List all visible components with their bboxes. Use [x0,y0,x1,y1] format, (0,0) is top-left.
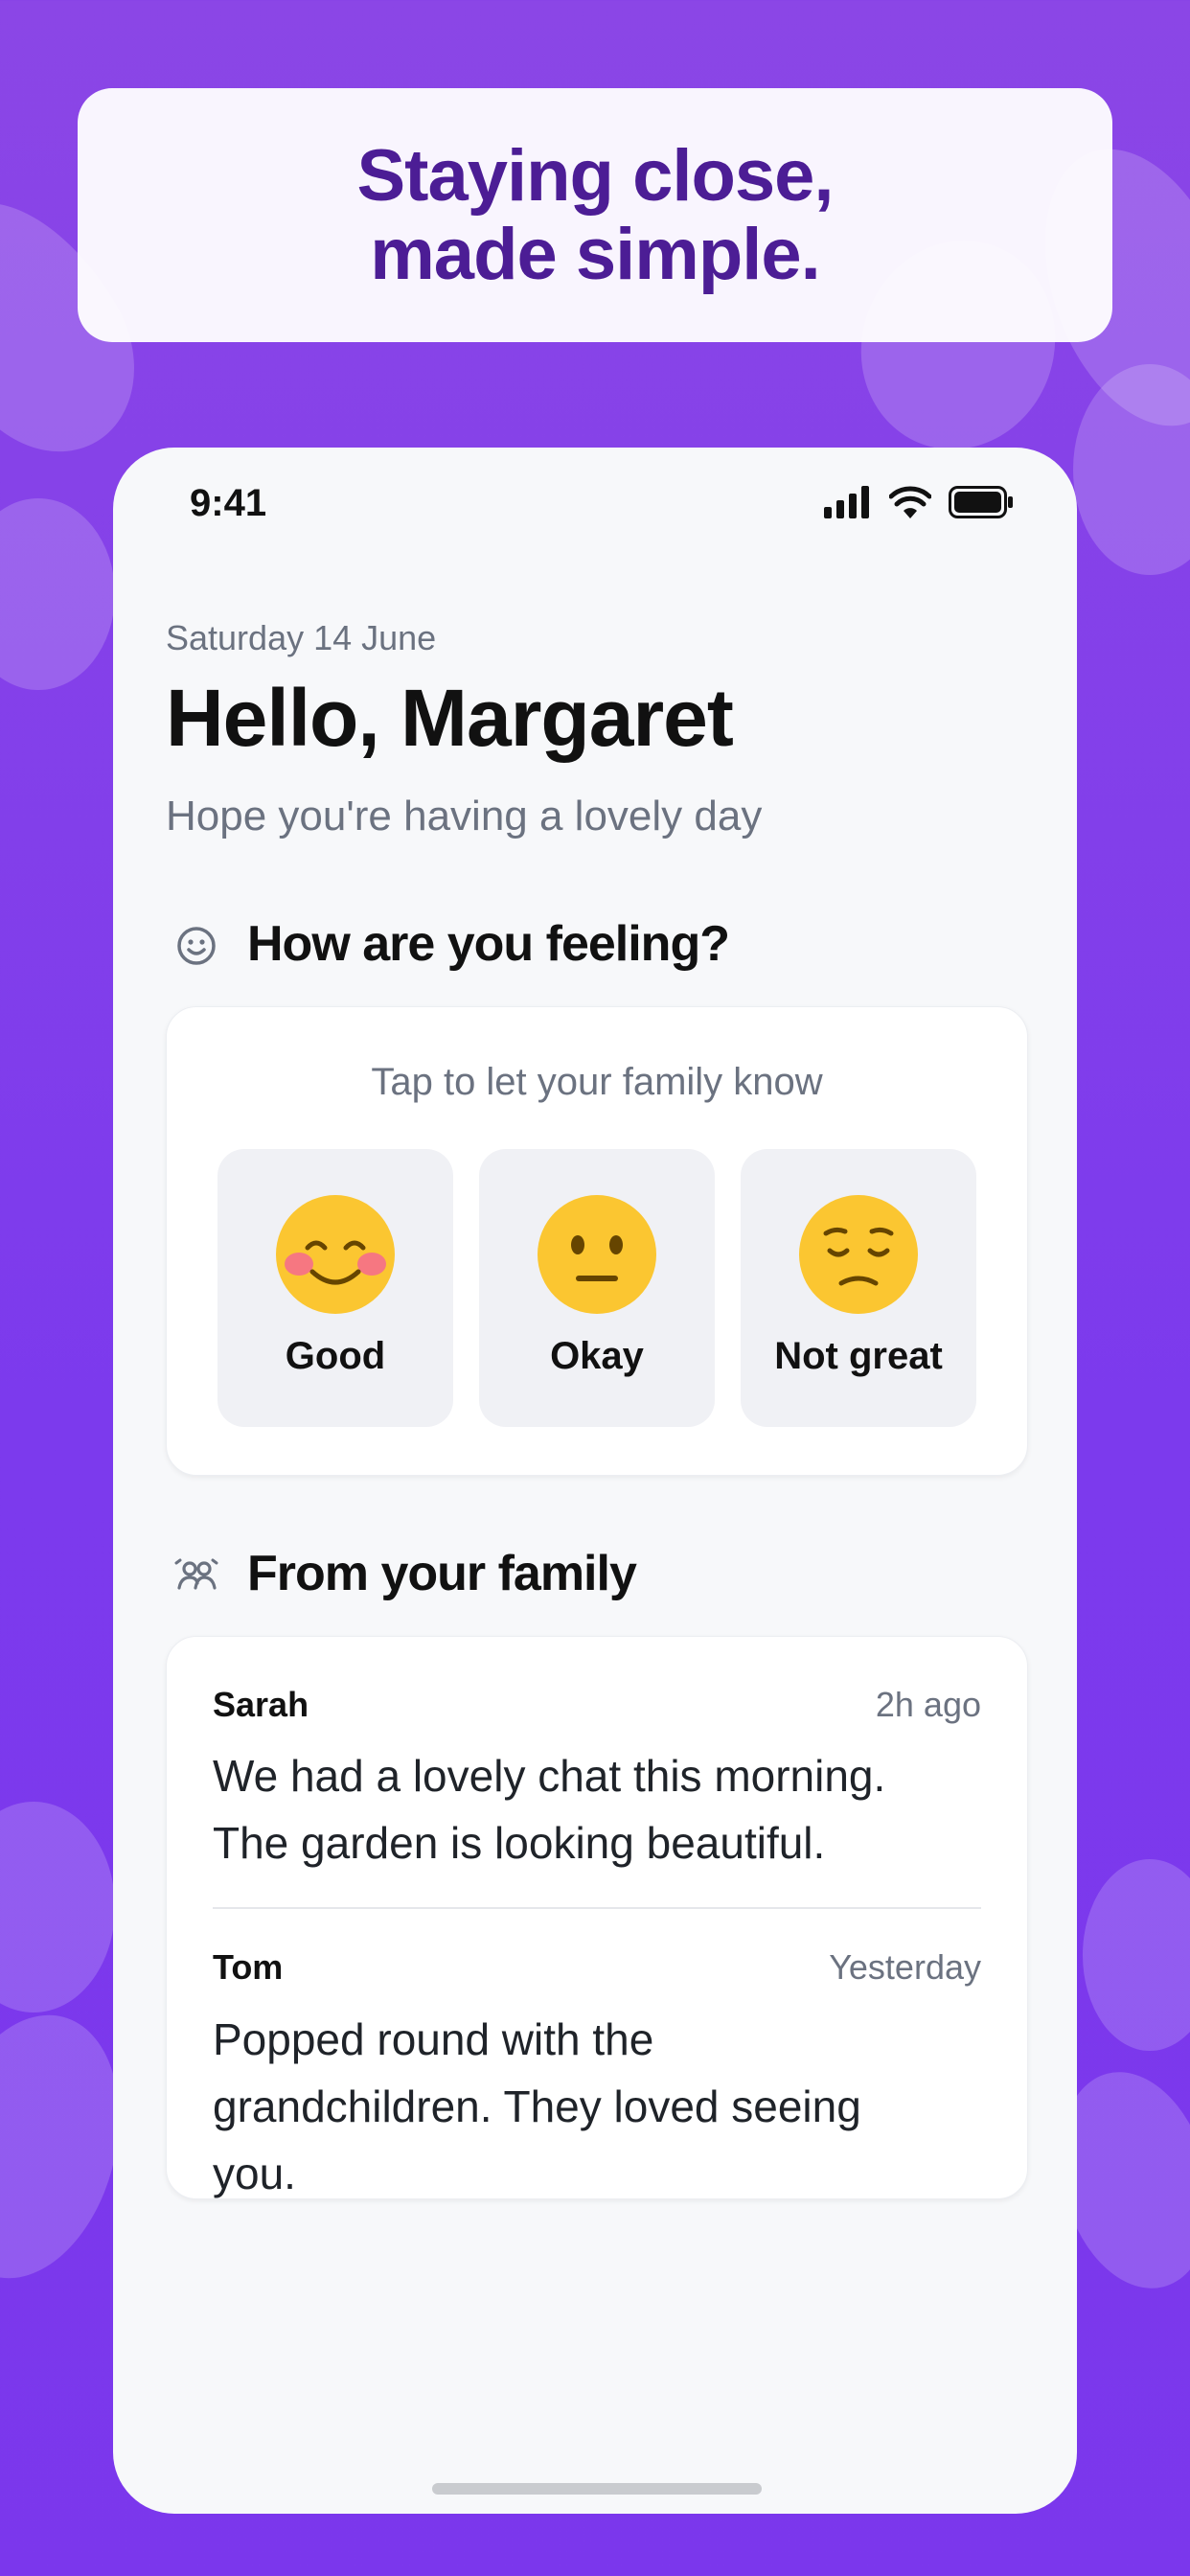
mood-good-label: Good [285,1335,386,1377]
mood-not-great-button[interactable]: Not great [741,1149,976,1427]
message-time: 2h ago [875,1685,981,1724]
family-section-title: From your family [247,1546,637,1601]
background-petal [1083,1859,1190,2051]
background-petal [0,498,115,690]
status-icons [824,486,1014,518]
message-line: The garden is looking beautiful. [213,1818,826,1868]
neutral-face-icon [538,1195,656,1314]
message-divider [213,1907,981,1909]
message-body: Popped round with the grandchildren. The… [213,2006,960,2207]
background-petal [0,1802,115,2012]
family-icon [174,1558,218,1590]
pensive-face-icon [799,1195,918,1314]
message-body: We had a lovely chat this morning. The g… [213,1742,960,1876]
mood-okay-button[interactable]: Okay [479,1149,715,1427]
date-label: Saturday 14 June [166,618,437,657]
signal-icon [824,486,869,518]
mood-card: Tap to let your family know Good Okay No… [166,1006,1028,1476]
smile-icon [177,927,216,965]
message-line: Popped round with the [213,2014,654,2064]
message-sender: Tom [213,1947,284,1987]
status-bar: 9:41 [113,448,1077,563]
family-messages-card: Sarah 2h ago We had a lovely chat this m… [166,1636,1028,2199]
promo-banner: Staying close, made simple. [78,88,1112,342]
mood-section-title: How are you feeling? [247,916,730,972]
mood-prompt: Tap to let your family know [371,1061,823,1103]
message-line: grandchildren. They loved seeing [213,2082,861,2131]
wifi-icon [889,486,931,518]
status-time: 9:41 [190,482,267,524]
mood-okay-label: Okay [550,1335,644,1377]
promo-headline-line-1: Staying close, [356,134,834,217]
phone-screen: 9:41 Saturday 14 June Hello, Margaret Ho… [113,448,1077,2514]
greeting-title: Hello, Margaret [166,673,734,763]
message-line: We had a lovely chat this morning. [213,1751,886,1801]
smiling-blush-face-icon [276,1195,395,1314]
mood-good-button[interactable]: Good [217,1149,453,1427]
background-petal [1073,364,1190,575]
battery-icon [949,486,1013,518]
promo-headline-line-2: made simple. [370,213,821,295]
mood-not-great-label: Not great [774,1335,943,1377]
home-indicator[interactable] [432,2483,762,2495]
message-line: you. [213,2149,296,2198]
message-sender: Sarah [213,1685,309,1724]
message-time: Yesterday [829,1947,981,1987]
greeting-subtitle: Hope you're having a lovely day [166,793,763,840]
